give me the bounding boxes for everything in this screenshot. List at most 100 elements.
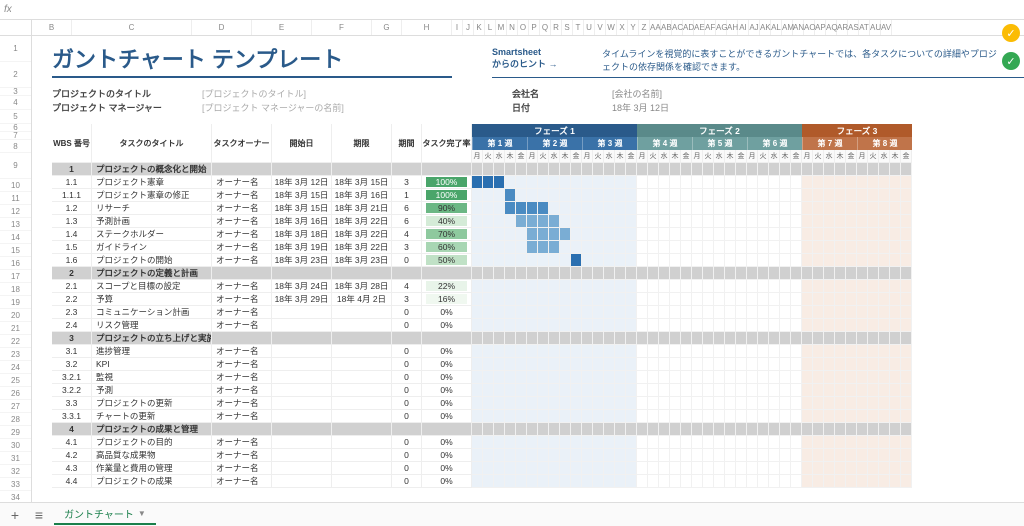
cell[interactable]: 4.4 xyxy=(52,475,92,488)
gantt-cell[interactable] xyxy=(571,319,582,332)
cell[interactable]: オーナー名 xyxy=(212,254,272,267)
gantt-cell[interactable] xyxy=(626,358,637,371)
gantt-cell[interactable] xyxy=(824,358,835,371)
gantt-cell[interactable] xyxy=(769,241,780,254)
gantt-cell[interactable] xyxy=(560,397,571,410)
col-header[interactable]: V xyxy=(595,20,606,35)
cell[interactable]: 0% xyxy=(422,397,472,410)
cell[interactable]: オーナー名 xyxy=(212,215,272,228)
cell[interactable]: 16% xyxy=(422,293,472,306)
gantt-cell[interactable] xyxy=(637,293,648,306)
gantt-cell[interactable] xyxy=(846,254,857,267)
gantt-cell[interactable] xyxy=(725,280,736,293)
cell[interactable]: 予算 xyxy=(92,293,212,306)
gantt-cell[interactable] xyxy=(560,189,571,202)
gantt-cell[interactable] xyxy=(560,228,571,241)
gantt-cell[interactable] xyxy=(780,280,791,293)
gantt-cell[interactable] xyxy=(780,423,791,436)
gantt-cell[interactable] xyxy=(483,449,494,462)
gantt-cell[interactable] xyxy=(549,215,560,228)
gantt-cell[interactable] xyxy=(659,423,670,436)
gantt-cell[interactable] xyxy=(615,306,626,319)
gantt-cell[interactable] xyxy=(758,371,769,384)
gantt-cell[interactable] xyxy=(780,436,791,449)
gantt-cell[interactable] xyxy=(769,254,780,267)
gantt-cell[interactable] xyxy=(824,254,835,267)
gantt-cell[interactable] xyxy=(604,371,615,384)
gantt-cell[interactable] xyxy=(483,384,494,397)
cell[interactable]: 0% xyxy=(422,306,472,319)
gantt-cell[interactable] xyxy=(725,475,736,488)
col-header[interactable]: C xyxy=(72,20,192,35)
cell[interactable]: 0% xyxy=(422,436,472,449)
gantt-cell[interactable] xyxy=(637,358,648,371)
gantt-cell[interactable] xyxy=(846,241,857,254)
gantt-cell[interactable] xyxy=(747,475,758,488)
col-header[interactable]: O xyxy=(518,20,529,35)
gantt-cell[interactable] xyxy=(692,267,703,280)
gantt-cell[interactable] xyxy=(846,436,857,449)
gantt-cell[interactable] xyxy=(769,319,780,332)
gantt-cell[interactable] xyxy=(890,462,901,475)
gantt-cell[interactable] xyxy=(813,384,824,397)
gantt-cell[interactable] xyxy=(516,189,527,202)
gantt-cell[interactable] xyxy=(494,410,505,423)
gantt-cell[interactable] xyxy=(593,332,604,345)
gantt-cell[interactable] xyxy=(593,462,604,475)
gantt-cell[interactable] xyxy=(648,215,659,228)
gantt-cell[interactable] xyxy=(681,241,692,254)
gantt-cell[interactable] xyxy=(670,215,681,228)
gantt-cell[interactable] xyxy=(648,423,659,436)
cell[interactable]: オーナー名 xyxy=(212,280,272,293)
cell[interactable]: 0% xyxy=(422,319,472,332)
gantt-cell[interactable] xyxy=(736,176,747,189)
gantt-cell[interactable] xyxy=(901,293,912,306)
row-header[interactable]: 25 xyxy=(0,374,31,387)
gantt-cell[interactable] xyxy=(868,176,879,189)
gantt-cell[interactable] xyxy=(681,189,692,202)
gantt-cell[interactable] xyxy=(593,449,604,462)
gantt-cell[interactable] xyxy=(780,306,791,319)
gantt-cell[interactable] xyxy=(890,423,901,436)
cell[interactable]: 1.3 xyxy=(52,215,92,228)
col-header-owner[interactable]: タスクオーナー xyxy=(212,124,272,163)
gantt-cell[interactable] xyxy=(846,410,857,423)
gantt-cell[interactable] xyxy=(494,358,505,371)
row-header[interactable]: 30 xyxy=(0,439,31,452)
gantt-cell[interactable] xyxy=(890,202,901,215)
gantt-cell[interactable] xyxy=(681,202,692,215)
row-header[interactable]: 10 xyxy=(0,179,31,192)
gantt-cell[interactable] xyxy=(868,280,879,293)
gantt-cell[interactable] xyxy=(879,176,890,189)
row-header[interactable]: 18 xyxy=(0,283,31,296)
gantt-cell[interactable] xyxy=(626,293,637,306)
gantt-cell[interactable] xyxy=(725,189,736,202)
col-header[interactable]: K xyxy=(474,20,485,35)
gantt-cell[interactable] xyxy=(714,228,725,241)
col-header-wbs[interactable]: WBS 番号 xyxy=(52,124,92,163)
gantt-cell[interactable] xyxy=(472,397,483,410)
gantt-cell[interactable] xyxy=(626,449,637,462)
gantt-cell[interactable] xyxy=(626,228,637,241)
cell[interactable] xyxy=(212,163,272,176)
gantt-cell[interactable] xyxy=(538,436,549,449)
gantt-cell[interactable] xyxy=(901,332,912,345)
gantt-cell[interactable] xyxy=(582,215,593,228)
gantt-cell[interactable] xyxy=(670,228,681,241)
gantt-cell[interactable] xyxy=(549,449,560,462)
cell[interactable] xyxy=(272,384,332,397)
gantt-cell[interactable] xyxy=(604,345,615,358)
cell[interactable]: 0% xyxy=(422,371,472,384)
gantt-cell[interactable] xyxy=(747,267,758,280)
gantt-cell[interactable] xyxy=(604,475,615,488)
gantt-cell[interactable] xyxy=(582,384,593,397)
gantt-cell[interactable] xyxy=(901,215,912,228)
gantt-cell[interactable] xyxy=(538,423,549,436)
gantt-cell[interactable] xyxy=(725,228,736,241)
gantt-cell[interactable] xyxy=(604,397,615,410)
gantt-cell[interactable] xyxy=(538,254,549,267)
gantt-cell[interactable] xyxy=(813,410,824,423)
gantt-cell[interactable] xyxy=(780,475,791,488)
gantt-cell[interactable] xyxy=(505,475,516,488)
gantt-cell[interactable] xyxy=(890,319,901,332)
